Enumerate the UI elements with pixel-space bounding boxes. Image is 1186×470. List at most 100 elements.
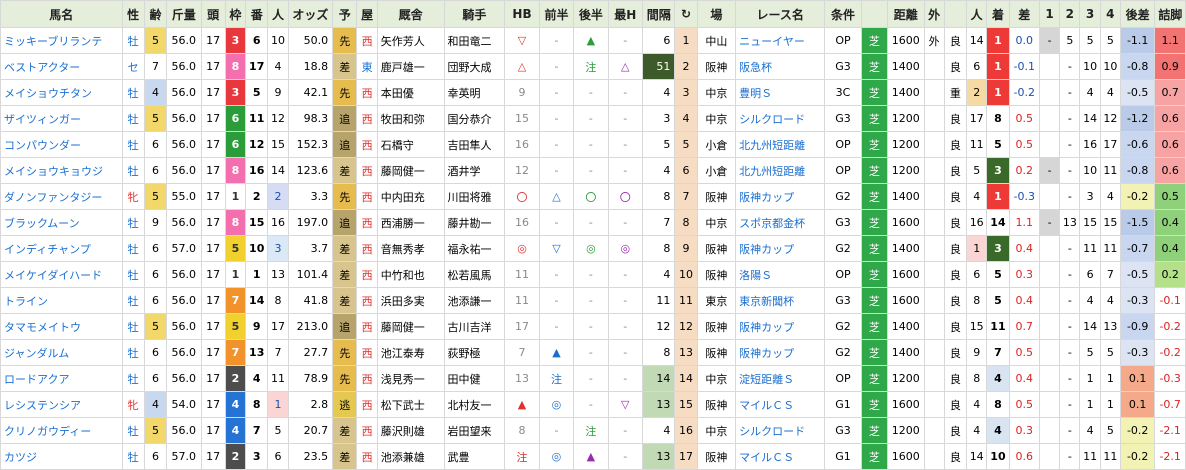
cell-odds: 27.7 <box>287 339 334 366</box>
table-row[interactable]: ダノンファンタジー牝 5 55.0 17 1 2 2 3.3 先西中内田充 川田将雅〇 △ 〇〇 8 7 阪… <box>0 183 1186 210</box>
table-row[interactable]: インディチャンプ牡 6 57.0 17 5 10 3 3.7 差西音無秀孝 福永祐一 ◎ ▽ ◎ ◎ 8 9 阪… <box>0 235 1186 262</box>
cell-saih: - <box>607 365 644 392</box>
table-row[interactable]: トライン牡 6 56.0 17 7 14 8 41.8 差西浜田多実 池添謙一 11- - -11 11 東… <box>0 287 1186 314</box>
cell-chaku: 4 <box>986 417 1010 444</box>
cell-tenkai: 差 <box>332 261 358 288</box>
race-name-link[interactable]: スポ京都金杯 <box>735 209 826 236</box>
cell-interval: 4 <box>641 79 676 106</box>
cell-saih: - <box>607 417 644 444</box>
cell-frame: 8 <box>224 209 247 236</box>
header-cell[interactable]: ↻ <box>674 0 698 28</box>
cell-c1 <box>1038 417 1061 444</box>
cell-odds: 213.0 <box>287 313 334 340</box>
table-row[interactable]: カツジ牡 6 57.0 17 2 3 6 23.5 差西池添兼雄 武豊注 ◎ ▲ -13 17 阪神 マイルＣ… <box>0 443 1186 470</box>
table-row[interactable]: ミッキーブリランテ牡 5 56.0 17 3 6 10 50.0 先西矢作芳人 和田竜二 ▽ - ▲ -6… <box>0 27 1186 54</box>
race-name-link[interactable]: 阪神カップ <box>735 339 826 366</box>
table-row[interactable]: ベストアクターセ 7 56.0 17 8 17 4 18.8 差東鹿戸雄一 団野大成 △ - 注 △ 51 2… <box>0 53 1186 80</box>
cell-saih: △ <box>607 53 644 80</box>
cell-hb: 16 <box>504 209 540 236</box>
cell-diff: 0.3 <box>1008 261 1040 288</box>
table-row[interactable]: ブラックムーン牡 9 56.0 17 8 15 16 197.0 追西西浦勝一 藤井勘一 16- - -… <box>0 209 1186 236</box>
race-name-link[interactable]: 洛陽Ｓ <box>735 261 826 288</box>
cell-chaku: 1 <box>986 79 1010 106</box>
cell-dist: 1200 <box>887 131 925 158</box>
horse-name-link[interactable]: クリノガウディー <box>0 417 123 444</box>
cell-out <box>923 209 945 236</box>
cell-out <box>923 131 945 158</box>
cell-age: 4 <box>143 391 168 418</box>
horse-name-link[interactable]: メイショウチタン <box>0 79 123 106</box>
horse-name-link[interactable]: メイショウキョウジ <box>0 157 123 184</box>
horse-name-link[interactable]: トライン <box>0 287 123 314</box>
cell-cond: G3 <box>824 53 862 80</box>
cell-rpop: 17 <box>966 105 988 132</box>
cell-kosa: -0.3 <box>1119 339 1156 366</box>
horse-name-link[interactable]: ジャンダルム <box>0 339 123 366</box>
cell-sex: 牡 <box>121 79 145 106</box>
race-name-link[interactable]: 北九州短距離 <box>735 157 826 184</box>
table-row[interactable]: クリノガウディー牡 5 56.0 17 4 7 5 20.7 差西藤沢則雄 岩田望来 8- 注 -4 16… <box>0 417 1186 444</box>
race-name-link[interactable]: 東京新聞杯 <box>735 287 826 314</box>
horse-name-link[interactable]: ミッキーブリランテ <box>0 27 123 54</box>
table-row[interactable]: レシステンシア牝 4 54.0 17 4 8 1 2.8 逃西松下武士 北村友一 ▲ ◎ - ▽ 13 15 阪… <box>0 391 1186 418</box>
cell-heads: 17 <box>200 235 226 262</box>
cell-sex: 牡 <box>121 261 145 288</box>
race-name-link[interactable]: ニューイヤー <box>735 27 826 54</box>
horse-name-link[interactable]: コンパウンダー <box>0 131 123 158</box>
horse-name-link[interactable]: レシステンシア <box>0 391 123 418</box>
race-name-link[interactable]: シルクロード <box>735 105 826 132</box>
race-name-link[interactable]: 北九州短距離 <box>735 131 826 158</box>
race-name-link[interactable]: マイルＣＳ <box>735 443 826 470</box>
race-name-link[interactable]: 豊明Ｓ <box>735 79 826 106</box>
cell-hb: 8 <box>504 417 540 444</box>
cell-kinryo: 56.0 <box>166 365 202 392</box>
cell-baba: 良 <box>943 235 968 262</box>
header-cell: 外 <box>923 0 945 28</box>
horse-name-link[interactable]: ブラックムーン <box>0 209 123 236</box>
horse-name-link[interactable]: ベストアクター <box>0 53 123 80</box>
cell-num: 9 <box>245 313 269 340</box>
cell-kosa: -0.7 <box>1119 235 1156 262</box>
table-row[interactable]: ロードアクア牡 6 56.0 17 2 4 11 78.9 先西浅見秀一 田中健 13 注 - -14 14… <box>0 365 1186 392</box>
cell-num: 5 <box>245 79 269 106</box>
table-row[interactable]: コンパウンダー牡 6 56.0 17 6 12 15 152.3 追西石橋守 吉田隼人 16- - -5… <box>0 131 1186 158</box>
table-row[interactable]: メイショウチタン牡 4 56.0 17 3 5 9 42.1 先西本田優 幸英明 9- - -4 3 中京豊… <box>0 79 1186 106</box>
table-row[interactable]: ジャンダルム牡 6 56.0 17 7 13 7 27.7 先西池江泰寿 荻野極 7 ▲ - -8 13 阪神… <box>0 339 1186 366</box>
race-name-link[interactable]: 淀短距離Ｓ <box>735 365 826 392</box>
race-name-link[interactable]: 阪神カップ <box>735 313 826 340</box>
cell-kinryo: 55.0 <box>166 183 202 210</box>
cell-jockey: 岩田望来 <box>443 417 506 444</box>
cell-seq: 17 <box>674 443 698 470</box>
horse-name-link[interactable]: ロードアクア <box>0 365 123 392</box>
cell-odds: 2.8 <box>287 391 334 418</box>
cell-age: 4 <box>143 79 168 106</box>
horse-name-link[interactable]: タマモメイトウ <box>0 313 123 340</box>
cell-zenhan: △ <box>538 183 575 210</box>
horse-name-link[interactable]: インディチャンプ <box>0 235 123 262</box>
horse-name-link[interactable]: カツジ <box>0 443 123 470</box>
race-name-link[interactable]: シルクロード <box>735 417 826 444</box>
race-name-link[interactable]: マイルＣＳ <box>735 391 826 418</box>
cell-c4: 10 <box>1099 53 1121 80</box>
horse-name-link[interactable]: ダノンファンタジー <box>0 183 123 210</box>
cell-kouhan: - <box>573 79 609 106</box>
horse-name-link[interactable]: メイケイダイハード <box>0 261 123 288</box>
cell-kouhan: ◎ <box>573 235 609 262</box>
table-row[interactable]: タマモメイトウ牡 5 56.0 17 5 9 17 213.0 追西藤岡健一 古川吉洋 17- - -1… <box>0 313 1186 340</box>
table-row[interactable]: メイショウキョウジ牡 6 56.0 17 8 16 14 123.6 差西藤岡健一 酒井学 12- -… <box>0 157 1186 184</box>
cell-c3: 4 <box>1079 417 1101 444</box>
cell-chaku: 1 <box>986 53 1010 80</box>
cell-baba: 良 <box>943 53 968 80</box>
cell-c4: 15 <box>1099 209 1121 236</box>
table-row[interactable]: メイケイダイハード牡 6 56.0 17 1 1 13 101.4 差西中竹和也 松若風馬 11- -… <box>0 261 1186 288</box>
cell-frame: 5 <box>224 235 247 262</box>
cell-interval: 11 <box>641 287 676 314</box>
race-name-link[interactable]: 阪急杯 <box>735 53 826 80</box>
race-name-link[interactable]: 阪神カップ <box>735 183 826 210</box>
cell-zenhan: - <box>538 79 575 106</box>
cell-rpop: 6 <box>966 261 988 288</box>
race-name-link[interactable]: 阪神カップ <box>735 235 826 262</box>
horse-name-link[interactable]: ザイツィンガー <box>0 105 123 132</box>
cell-dist: 1400 <box>887 339 925 366</box>
table-row[interactable]: ザイツィンガー牡 5 56.0 17 6 11 12 98.3 追西牧田和弥 国分恭介 15- - -3… <box>0 105 1186 132</box>
